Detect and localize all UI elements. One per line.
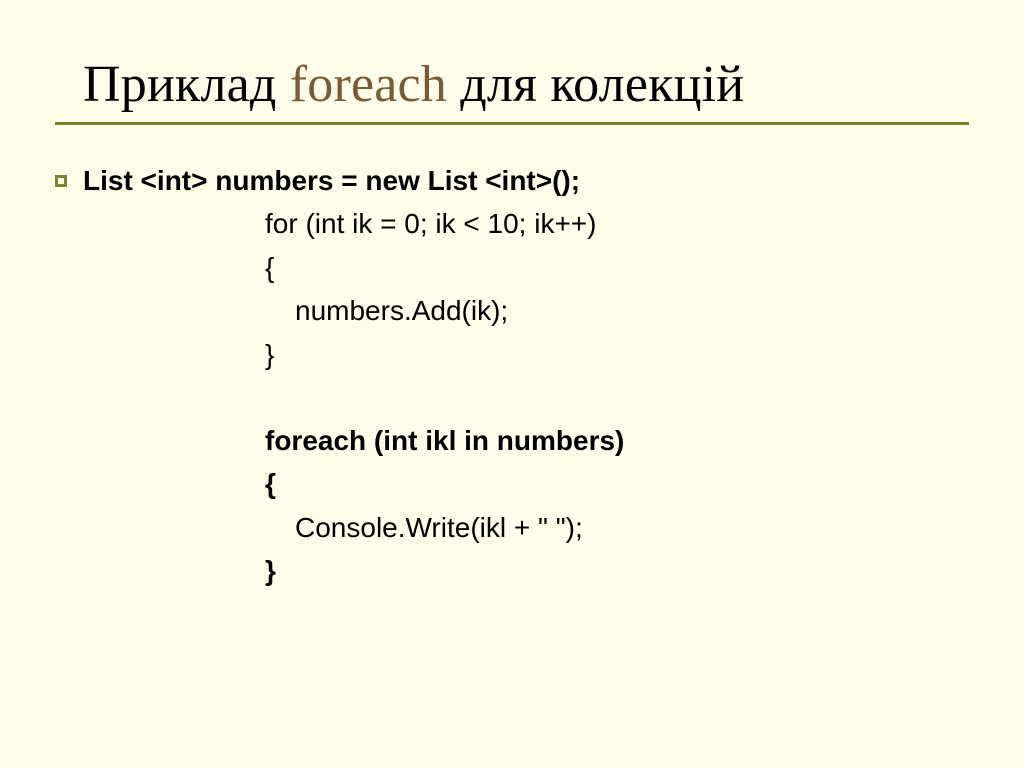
title-wrap: Приклад foreach для колекцій <box>83 55 969 114</box>
code-line-7: Console.Write(ikl + " "); <box>295 506 969 549</box>
blank-line <box>55 376 969 419</box>
title-prefix: Приклад <box>83 56 290 113</box>
slide-body: List <int> numbers = new List <int>(); f… <box>55 159 969 593</box>
slide-title: Приклад foreach для колекцій <box>83 55 969 114</box>
code-line-8: } <box>265 549 969 592</box>
code-line-1: for (int ik = 0; ik < 10; ik++) <box>265 202 969 245</box>
code-line-0: List <int> numbers = new List <int>(); <box>55 159 969 202</box>
bullet-icon <box>55 159 83 202</box>
code-line-6: { <box>265 462 969 505</box>
slide: Приклад foreach для колекцій List <int> … <box>0 0 1024 768</box>
code-line-3: numbers.Add(ik); <box>295 289 969 332</box>
title-suffix: для колекцій <box>447 56 744 113</box>
code-line-2: { <box>265 246 969 289</box>
title-accent: foreach <box>290 56 447 113</box>
code-line-5: foreach (int ikl in numbers) <box>265 419 969 462</box>
code-text-0: List <int> numbers = new List <int>(); <box>83 159 580 202</box>
code-line-4: } <box>265 333 969 376</box>
title-underline <box>55 122 969 125</box>
